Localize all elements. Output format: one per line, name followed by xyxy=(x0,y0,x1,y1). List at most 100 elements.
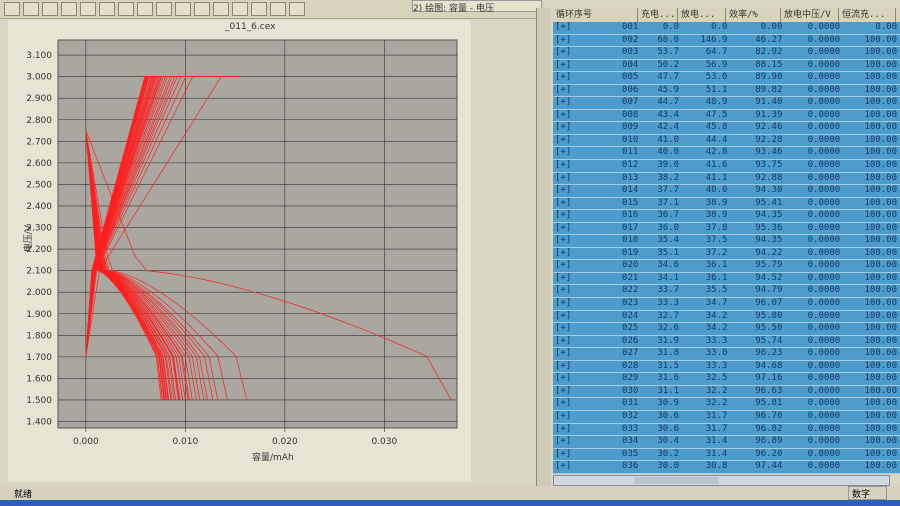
expand-toggle[interactable]: [+] xyxy=(553,47,586,59)
table-row[interactable]: [+] 013 38.2 41.1 92.88 0.0000 100.00 xyxy=(553,172,900,186)
table-cell: 41.1 xyxy=(705,172,728,183)
table-cell: 95.36 xyxy=(755,222,783,233)
table-row[interactable]: [+] 021 34.1 36.1 94.52 0.0000 100.00 xyxy=(553,272,900,286)
splitter[interactable] xyxy=(536,8,551,486)
expand-toggle[interactable]: [+] xyxy=(553,235,586,247)
table-row[interactable]: [+] 029 31.6 32.5 97.16 0.0000 100.00 xyxy=(553,373,900,386)
expand-toggle[interactable]: [+] xyxy=(553,336,586,348)
table-row[interactable]: [+] 001 0.0 0.0 0.00 0.0000 0.00 xyxy=(553,22,900,35)
table-row[interactable]: [+] 014 37.7 40.0 94.30 0.0000 100.00 xyxy=(553,185,900,198)
expand-toggle[interactable]: [+] xyxy=(553,97,586,109)
table-row[interactable]: [+] 008 43.4 47.5 91.39 0.0000 100.00 xyxy=(553,109,900,123)
table-row[interactable]: [+] 007 44.7 48.9 91.40 0.0000 100.00 xyxy=(553,97,900,110)
table-cell: 40.0 xyxy=(657,147,680,158)
y-tick-label: 2.100 xyxy=(26,267,52,277)
table-row[interactable]: [+] 010 41.0 44.4 92.28 0.0000 100.00 xyxy=(553,134,900,148)
expand-toggle[interactable]: [+] xyxy=(553,35,586,47)
expand-toggle[interactable]: [+] xyxy=(553,348,586,360)
expand-toggle[interactable]: [+] xyxy=(553,85,586,97)
expand-toggle[interactable]: [+] xyxy=(553,285,586,297)
expand-toggle[interactable]: [+] xyxy=(553,173,586,185)
expand-toggle[interactable]: [+] xyxy=(553,436,586,448)
table-row[interactable]: [+] 033 30.6 31.7 96.82 0.0000 100.00 xyxy=(553,423,900,437)
table-cell: 32.5 xyxy=(705,373,728,384)
horizontal-scrollbar[interactable] xyxy=(553,475,890,486)
table-cell: 0.0000 xyxy=(807,398,841,409)
expand-toggle[interactable]: [+] xyxy=(553,386,586,398)
expand-toggle[interactable]: [+] xyxy=(553,260,586,272)
column-header[interactable]: 效率/% xyxy=(726,8,781,22)
expand-toggle[interactable]: [+] xyxy=(553,72,586,84)
expand-toggle[interactable]: [+] xyxy=(553,248,586,260)
table-row[interactable]: [+] 026 31.9 33.3 95.74 0.0000 100.00 xyxy=(553,335,900,349)
table-row[interactable]: [+] 027 31.8 33.0 96.23 0.0000 100.00 xyxy=(553,348,900,361)
table-row[interactable]: [+] 011 40.0 42.8 93.46 0.0000 100.00 xyxy=(553,147,900,161)
expand-toggle[interactable]: [+] xyxy=(553,147,586,159)
column-header[interactable]: 充电... xyxy=(638,8,678,22)
table-row[interactable]: [+] 004 50.2 56.9 88.15 0.0000 100.00 xyxy=(553,59,900,73)
table-cell: 34.6 xyxy=(657,260,680,271)
expand-toggle[interactable]: [+] xyxy=(553,398,586,410)
table-row[interactable]: [+] 034 30.4 31.4 96.89 0.0000 100.00 xyxy=(553,436,900,449)
table-row[interactable]: [+] 036 30.0 30.8 97.44 0.0000 100.00 xyxy=(553,461,900,474)
table-row[interactable]: [+] 035 30.2 31.4 96.20 0.0000 100.00 xyxy=(553,448,900,462)
table-row[interactable]: [+] 002 68.0 146.9 46.27 0.0000 100.00 xyxy=(553,34,900,48)
expand-toggle[interactable]: [+] xyxy=(553,223,586,235)
table-cell: 0.0000 xyxy=(807,260,841,271)
table-row[interactable]: [+] 032 30.6 31.7 96.70 0.0000 100.00 xyxy=(553,410,900,424)
expand-toggle[interactable]: [+] xyxy=(553,323,586,335)
table-cell: 033 xyxy=(622,423,639,434)
table-row[interactable]: [+] 017 36.0 37.8 95.36 0.0000 100.00 xyxy=(553,222,900,236)
expand-toggle[interactable]: [+] xyxy=(553,273,586,285)
table-cell: 31.7 xyxy=(705,410,728,421)
table-row[interactable]: [+] 030 31.1 32.2 96.63 0.0000 100.00 xyxy=(553,385,900,399)
table-row[interactable]: [+] 020 34.6 36.1 95.79 0.0000 100.00 xyxy=(553,260,900,273)
table-cell: 100.00 xyxy=(864,34,897,45)
expand-toggle[interactable]: [+] xyxy=(553,298,586,310)
table-row[interactable]: [+] 015 37.1 38.9 95.41 0.0000 100.00 xyxy=(553,197,900,211)
column-header[interactable]: 循环序号 xyxy=(553,8,638,22)
expand-toggle[interactable]: [+] xyxy=(553,185,586,197)
expand-toggle[interactable]: [+] xyxy=(553,122,586,134)
expand-toggle[interactable]: [+] xyxy=(553,449,586,461)
table-row[interactable]: [+] 009 42.4 45.8 92.46 0.0000 100.00 xyxy=(553,122,900,135)
expand-toggle[interactable]: [+] xyxy=(553,373,586,385)
table-cell: 0.0000 xyxy=(807,448,841,459)
table-cell: 100.00 xyxy=(864,298,897,309)
table-row[interactable]: [+] 018 35.4 37.5 94.35 0.0000 100.00 xyxy=(553,235,900,248)
table-row[interactable]: [+] 023 33.3 34.7 96.07 0.0000 100.00 xyxy=(553,298,900,311)
table-row[interactable]: [+] 005 47.7 53.0 89.90 0.0000 100.00 xyxy=(553,72,900,85)
expand-toggle[interactable]: [+] xyxy=(553,22,586,34)
table-row[interactable]: [+] 022 33.7 35.5 94.79 0.0000 100.00 xyxy=(553,285,900,299)
scroll-thumb[interactable] xyxy=(634,477,719,484)
column-header[interactable]: 恒流充... xyxy=(839,8,896,22)
table-cell: 0.0000 xyxy=(807,373,841,384)
expand-toggle[interactable]: [+] xyxy=(553,198,586,210)
y-tick-label: 2.400 xyxy=(26,202,52,212)
expand-toggle[interactable]: [+] xyxy=(553,60,586,72)
column-header[interactable]: 放电中压/V xyxy=(781,8,839,22)
table-row[interactable]: [+] 031 30.9 32.2 95.81 0.0000 100.00 xyxy=(553,398,900,411)
table-cell: 100.00 xyxy=(864,247,897,258)
expand-toggle[interactable]: [+] xyxy=(553,461,586,473)
expand-toggle[interactable]: [+] xyxy=(553,424,586,436)
table-cell: 31.8 xyxy=(657,348,680,359)
table-row[interactable]: [+] 003 53.7 64.7 82.92 0.0000 100.00 xyxy=(553,47,900,60)
expand-toggle[interactable]: [+] xyxy=(553,160,586,172)
expand-toggle[interactable]: [+] xyxy=(553,110,586,122)
table-row[interactable]: [+] 024 32.7 34.2 95.80 0.0000 100.00 xyxy=(553,310,900,324)
table-cell: 31.9 xyxy=(657,335,680,346)
table-row[interactable]: [+] 016 36.7 38.9 94.35 0.0000 100.00 xyxy=(553,210,900,223)
expand-toggle[interactable]: [+] xyxy=(553,135,586,147)
table-cell: 0.0000 xyxy=(807,134,841,145)
table-row[interactable]: [+] 006 45.9 51.1 89.82 0.0000 100.00 xyxy=(553,84,900,98)
table-row[interactable]: [+] 028 31.5 33.3 94.68 0.0000 100.00 xyxy=(553,360,900,374)
expand-toggle[interactable]: [+] xyxy=(553,311,586,323)
table-row[interactable]: [+] 019 35.1 37.2 94.22 0.0000 100.00 xyxy=(553,247,900,261)
table-row[interactable]: [+] 025 32.6 34.2 95.50 0.0000 100.00 xyxy=(553,323,900,336)
column-header[interactable]: 放电... xyxy=(678,8,726,22)
table-row[interactable]: [+] 012 39.0 41.6 93.75 0.0000 100.00 xyxy=(553,160,900,173)
expand-toggle[interactable]: [+] xyxy=(553,411,586,423)
expand-toggle[interactable]: [+] xyxy=(553,210,586,222)
expand-toggle[interactable]: [+] xyxy=(553,361,586,373)
